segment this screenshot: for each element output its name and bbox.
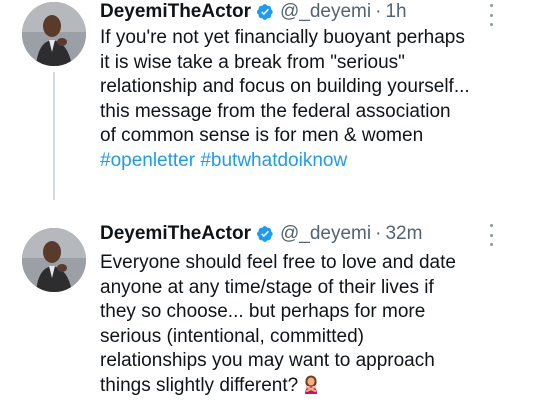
tweet-text-line: serious (intentional, committed) [100, 325, 364, 347]
thread-connector-line [53, 72, 55, 200]
tweet-text-line: it is wise take a break from "serious" [100, 51, 405, 73]
tweet-text-segment: things slightly different? [100, 374, 299, 396]
tweet-header: DeyemiTheActor @_deyemi · 1h [100, 0, 407, 25]
author-handle[interactable]: @_deyemi [280, 1, 371, 23]
tweet-header: DeyemiTheActor @_deyemi · 32m [100, 221, 422, 247]
author-name[interactable]: DeyemiTheActor [100, 223, 251, 245]
tweet-text-line: If you're not yet financially buoyant pe… [100, 27, 465, 48]
avatar[interactable] [22, 2, 86, 66]
more-options-icon[interactable] [486, 224, 496, 246]
separator-dot: · [375, 1, 382, 22]
tweet-text-line-last: things slightly different? [100, 374, 532, 399]
verified-badge-icon [256, 226, 273, 242]
author-name[interactable]: DeyemiTheActor [100, 1, 251, 23]
tweet-text-line: relationship and focus on building yours… [100, 76, 470, 97]
verified-badge-icon [256, 4, 273, 20]
avatar[interactable] [22, 228, 86, 292]
author-handle[interactable]: @_deyemi [280, 223, 371, 245]
more-options-icon[interactable] [486, 4, 496, 26]
hashtag-line: #openletter #butwhatdoiknow [100, 149, 532, 174]
tweet-1[interactable]: DeyemiTheActor @_deyemi · 1h If you're n… [0, 0, 535, 200]
separator-dot: · [375, 223, 382, 244]
hashtag-link[interactable]: #butwhatdoiknow [200, 150, 347, 171]
tweet-text: If you're not yet financially buoyant pe… [100, 26, 532, 173]
tweet-text-line: Everyone should feel free to love and da… [100, 252, 456, 273]
tweet-2[interactable]: DeyemiTheActor @_deyemi · 32m Everyone s… [0, 212, 535, 414]
tweet-text: Everyone should feel free to love and da… [100, 251, 532, 398]
woman-gesturing-no-emoji-icon [305, 375, 318, 394]
tweet-timestamp[interactable]: 32m [385, 223, 422, 245]
hashtag-link[interactable]: #openletter [100, 150, 195, 171]
tweet-timestamp[interactable]: 1h [385, 1, 406, 23]
tweet-text-line: they so choose... but perhaps for more [100, 301, 426, 322]
tweet-text-line: anyone at any time/stage of their lives … [100, 276, 434, 298]
tweet-text-line: relationships you may want to approach [100, 350, 435, 371]
tweet-text-line: this message from the federal associatio… [100, 100, 451, 122]
tweet-text-line: of common sense is for men & women [100, 125, 424, 146]
